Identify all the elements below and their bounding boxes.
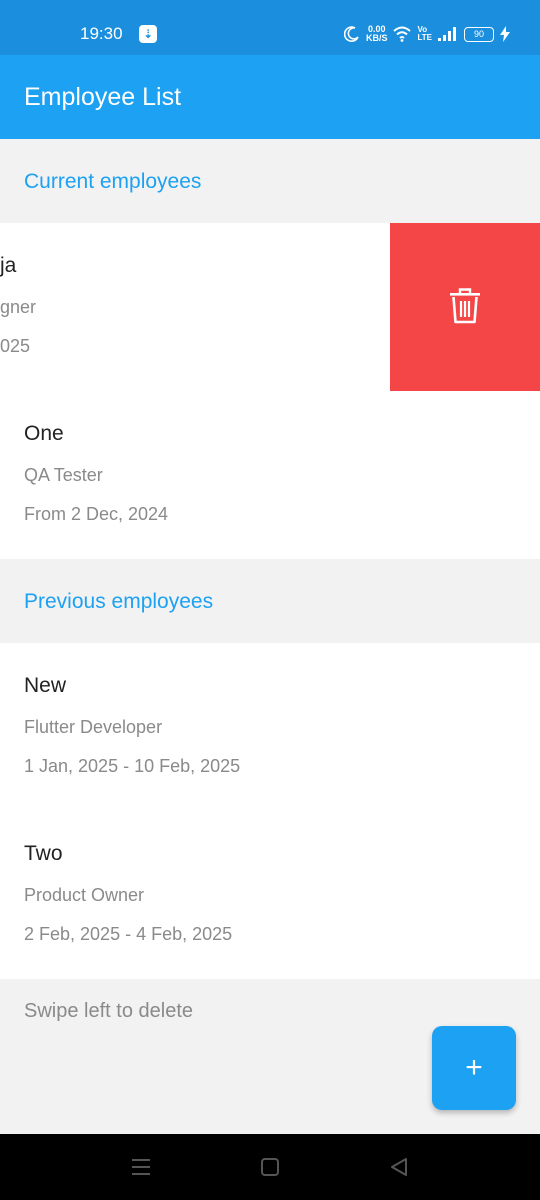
employee-role: QA Tester xyxy=(24,465,103,485)
employee-name: New xyxy=(24,674,67,697)
employee-role: Product Owner xyxy=(24,885,145,905)
section-header-current: Current employees xyxy=(0,139,540,223)
employee-role: gner xyxy=(0,297,37,317)
app-bar: Employee List xyxy=(0,55,540,139)
net-speed-unit: KB/S xyxy=(365,33,388,43)
employee-dates: 1 Jan, 2025 - 10 Feb, 2025 xyxy=(24,756,241,776)
employee-role: Flutter Developer xyxy=(24,717,163,737)
section-title-current: Current employees xyxy=(24,170,202,193)
moon-icon xyxy=(343,26,359,42)
volte-indicator: Vo LTE xyxy=(417,26,432,42)
employee-name: Two xyxy=(24,842,63,865)
charging-bolt-icon xyxy=(500,26,510,42)
employee-name: One xyxy=(24,422,64,445)
section-header-previous: Previous employees xyxy=(0,559,540,643)
back-triangle-icon[interactable] xyxy=(389,1157,409,1177)
system-nav-bar xyxy=(0,1134,540,1200)
employee-dates: From 2 Dec, 2024 xyxy=(24,504,169,524)
add-employee-button[interactable]: + xyxy=(432,1026,516,1110)
employee-row-content[interactable]: ja gner 025 xyxy=(0,223,390,391)
section-title-previous: Previous employees xyxy=(24,590,214,613)
employee-name: ja xyxy=(0,254,17,277)
signal-icon xyxy=(438,27,456,41)
wifi-icon xyxy=(393,26,412,42)
employee-row[interactable]: ja gner 025 xyxy=(0,223,540,391)
delete-action[interactable] xyxy=(390,223,540,391)
usb-icon: ⇣ xyxy=(139,25,157,43)
status-time: 19:30 xyxy=(80,24,123,43)
battery-icon: 90 xyxy=(464,26,494,42)
employee-dates: 2 Feb, 2025 - 4 Feb, 2025 xyxy=(24,924,233,944)
volte-bottom: LTE xyxy=(417,33,432,42)
trash-icon[interactable] xyxy=(449,288,481,324)
status-icons: 0.00 KB/S Vo LTE 90 xyxy=(343,22,510,46)
page-title: Employee List xyxy=(24,83,182,111)
status-bar: 19:30 ⇣ 0.00 KB/S Vo LTE 90 xyxy=(0,0,540,55)
employee-dates: 025 xyxy=(0,336,31,356)
swipe-hint: Swipe left to delete xyxy=(24,1000,193,1022)
menu-icon[interactable] xyxy=(131,1157,151,1177)
plus-icon: + xyxy=(465,1051,483,1084)
home-square-icon[interactable] xyxy=(260,1157,280,1177)
employee-row[interactable]: New Flutter Developer 1 Jan, 2025 - 10 F… xyxy=(0,643,540,811)
employee-row[interactable]: Two Product Owner 2 Feb, 2025 - 4 Feb, 2… xyxy=(0,811,540,979)
employee-row[interactable]: One QA Tester From 2 Dec, 2024 xyxy=(0,391,540,559)
battery-level: 90 xyxy=(473,28,484,39)
net-speed: 0.00 KB/S xyxy=(366,25,388,43)
